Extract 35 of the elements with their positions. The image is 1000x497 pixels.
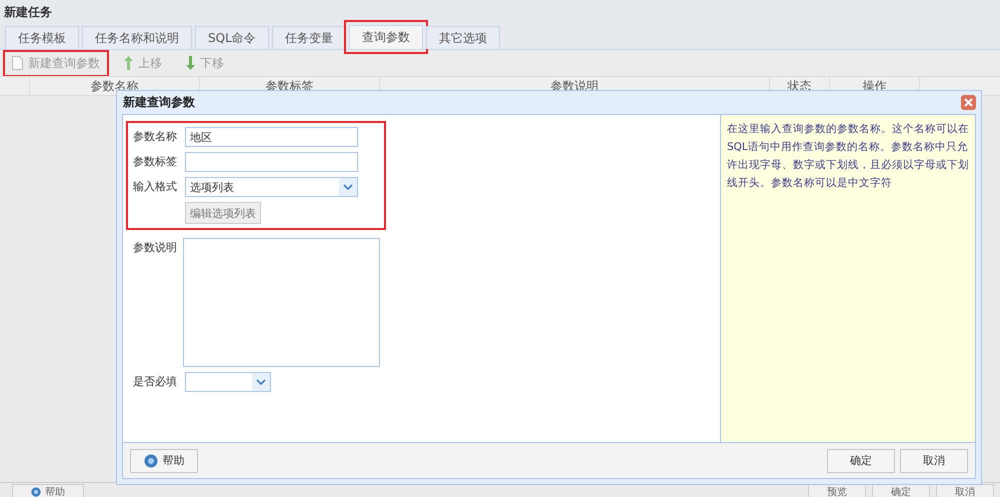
footer-button[interactable]: 预览 [808,484,866,497]
edit-options-button[interactable]: 编辑选项列表 [185,202,261,224]
help-icon [144,454,158,468]
document-icon [12,56,23,70]
tab[interactable]: SQL命令 [195,26,269,49]
close-button[interactable] [961,95,976,110]
arrow-up-icon [124,56,133,70]
ok-button[interactable]: 确定 [827,448,895,472]
help-text: 在这里输入查询参数的参数名称。这个名称可以在SQL语句中用作查询参数的名称。参数名称中只允许出现字母、数字或下划线，且必须以字母或下划线开头。参数名称可以是中文字符 [721,115,975,442]
input-field[interactable]: 地区 [185,127,358,147]
tab[interactable]: 任务变量 [272,26,346,49]
footer-button[interactable]: 取消 [936,484,994,497]
select-field[interactable] [185,372,271,392]
caret-icon [252,373,270,391]
field-label: 参数名称 [133,129,178,145]
input-field[interactable] [185,152,358,172]
help-icon [31,486,41,496]
field-label: 是否必填 [133,374,178,390]
field-label: 输入格式 [133,179,178,195]
textarea-field[interactable] [183,238,380,367]
footer-button[interactable]: 确定 [872,484,930,497]
tab[interactable]: 任务名称和说明 [82,26,192,49]
tab[interactable]: 其它选项 [426,26,500,49]
select-field[interactable]: 选项列表 [185,177,358,197]
help-button[interactable]: 帮助 [130,448,198,472]
dialog-title: 新建查询参数 [123,94,195,111]
close-icon [964,98,973,107]
caret-icon [339,178,357,196]
window-title: 新建任务 [4,4,52,20]
field-label: 参数标签 [133,154,178,170]
arrow-down-icon [186,56,195,70]
footer-button[interactable]: 帮助 [12,484,84,497]
cancel-button[interactable]: 取消 [900,448,968,472]
tab[interactable]: 任务模板 [5,26,79,49]
field-label: 参数说明 [133,240,177,256]
